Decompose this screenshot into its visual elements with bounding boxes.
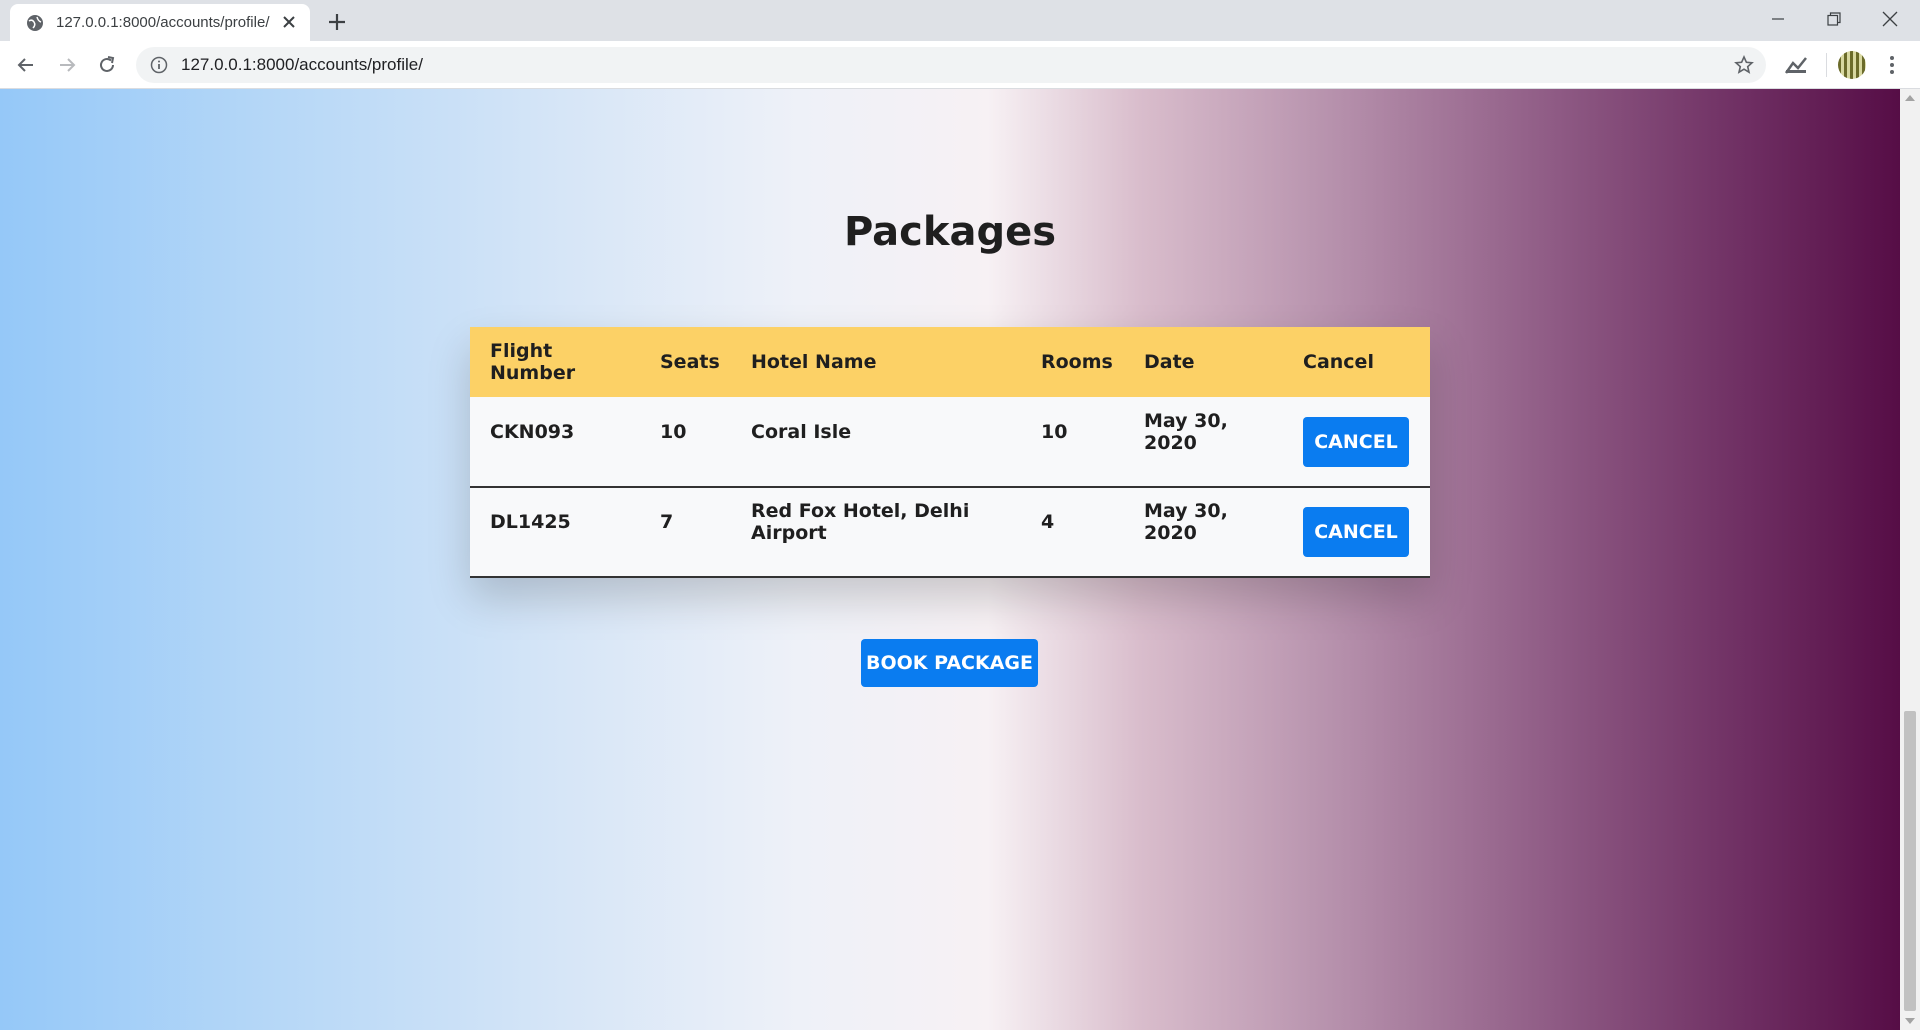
column-header: Rooms bbox=[1021, 327, 1124, 397]
globe-icon bbox=[27, 14, 43, 31]
column-header: Seats bbox=[640, 327, 731, 397]
book-package-button[interactable]: BOOK PACKAGE bbox=[861, 639, 1038, 687]
url-text[interactable]: 127.0.0.1:8000/accounts/profile/ bbox=[181, 55, 423, 75]
rooms-cell: 10 bbox=[1021, 397, 1124, 488]
table-header-row: Flight Number Seats Hotel Name Rooms Dat… bbox=[470, 327, 1430, 397]
flight-number-cell: CKN093 bbox=[470, 397, 640, 488]
rooms-cell: 4 bbox=[1021, 487, 1124, 578]
column-header: Flight Number bbox=[470, 327, 640, 397]
seats-cell: 7 bbox=[640, 487, 731, 578]
hotel-name-cell: Coral Isle bbox=[731, 397, 1021, 488]
scroll-down-arrow-icon[interactable] bbox=[1905, 1018, 1915, 1024]
reload-icon bbox=[100, 56, 115, 72]
column-header: Cancel bbox=[1283, 327, 1430, 397]
arrow-left-icon bbox=[17, 58, 33, 72]
minimize-button[interactable] bbox=[1750, 0, 1806, 38]
browser-tab[interactable]: 127.0.0.1:8000/accounts/profile/ bbox=[10, 4, 310, 41]
info-icon[interactable] bbox=[150, 56, 168, 74]
cancel-button[interactable]: CANCEL bbox=[1303, 507, 1409, 557]
arrow-right-icon bbox=[60, 58, 76, 72]
page-title: Packages bbox=[843, 209, 1057, 255]
flight-number-cell: DL1425 bbox=[470, 487, 640, 578]
hotel-name-cell: Red Fox Hotel, Delhi Airport bbox=[731, 487, 1021, 578]
column-header: Date bbox=[1124, 327, 1283, 397]
date-cell: May 30, 2020 bbox=[1124, 487, 1283, 578]
packages-table: Flight Number Seats Hotel Name Rooms Dat… bbox=[470, 327, 1430, 578]
reload-button[interactable] bbox=[93, 51, 121, 79]
restore-icon bbox=[1827, 12, 1841, 26]
scrollbar-thumb[interactable] bbox=[1904, 711, 1916, 1011]
restore-button[interactable] bbox=[1806, 0, 1862, 38]
table-row: CKN093 10 Coral Isle 10 May 30, 2020 CAN… bbox=[470, 397, 1430, 488]
forward-button[interactable] bbox=[53, 51, 81, 79]
close-window-button[interactable] bbox=[1862, 0, 1918, 38]
profile-avatar[interactable] bbox=[1838, 51, 1866, 79]
cancel-cell: CANCEL bbox=[1283, 487, 1430, 578]
cancel-cell: CANCEL bbox=[1283, 397, 1430, 488]
tab-title: 127.0.0.1:8000/accounts/profile/ bbox=[56, 14, 270, 31]
tab-strip: 127.0.0.1:8000/accounts/profile/ bbox=[0, 0, 1920, 41]
bookmark-star-icon[interactable] bbox=[1734, 55, 1754, 75]
cancel-button[interactable]: CANCEL bbox=[1303, 416, 1409, 467]
table-row: DL1425 7 Red Fox Hotel, Delhi Airport 4 … bbox=[470, 487, 1430, 578]
column-header: Hotel Name bbox=[731, 327, 1021, 397]
kebab-menu-icon[interactable] bbox=[1881, 53, 1903, 77]
toolbar-divider bbox=[1826, 53, 1827, 77]
browser-toolbar: 127.0.0.1:8000/accounts/profile/ bbox=[0, 41, 1920, 89]
page-viewport: Packages Flight Number Seats Hotel Name … bbox=[0, 89, 1900, 1030]
address-bar[interactable]: 127.0.0.1:8000/accounts/profile/ bbox=[136, 47, 1766, 83]
back-button[interactable] bbox=[12, 51, 40, 79]
date-cell: May 30, 2020 bbox=[1124, 397, 1283, 488]
close-tab-icon[interactable] bbox=[280, 13, 298, 31]
seats-cell: 10 bbox=[640, 397, 731, 488]
page-scrollbar[interactable] bbox=[1900, 89, 1920, 1030]
minimize-icon bbox=[1772, 18, 1784, 20]
scroll-up-arrow-icon[interactable] bbox=[1905, 95, 1915, 101]
extension-icon[interactable] bbox=[1783, 53, 1809, 77]
new-tab-icon[interactable] bbox=[325, 10, 349, 34]
close-icon bbox=[1882, 11, 1898, 27]
